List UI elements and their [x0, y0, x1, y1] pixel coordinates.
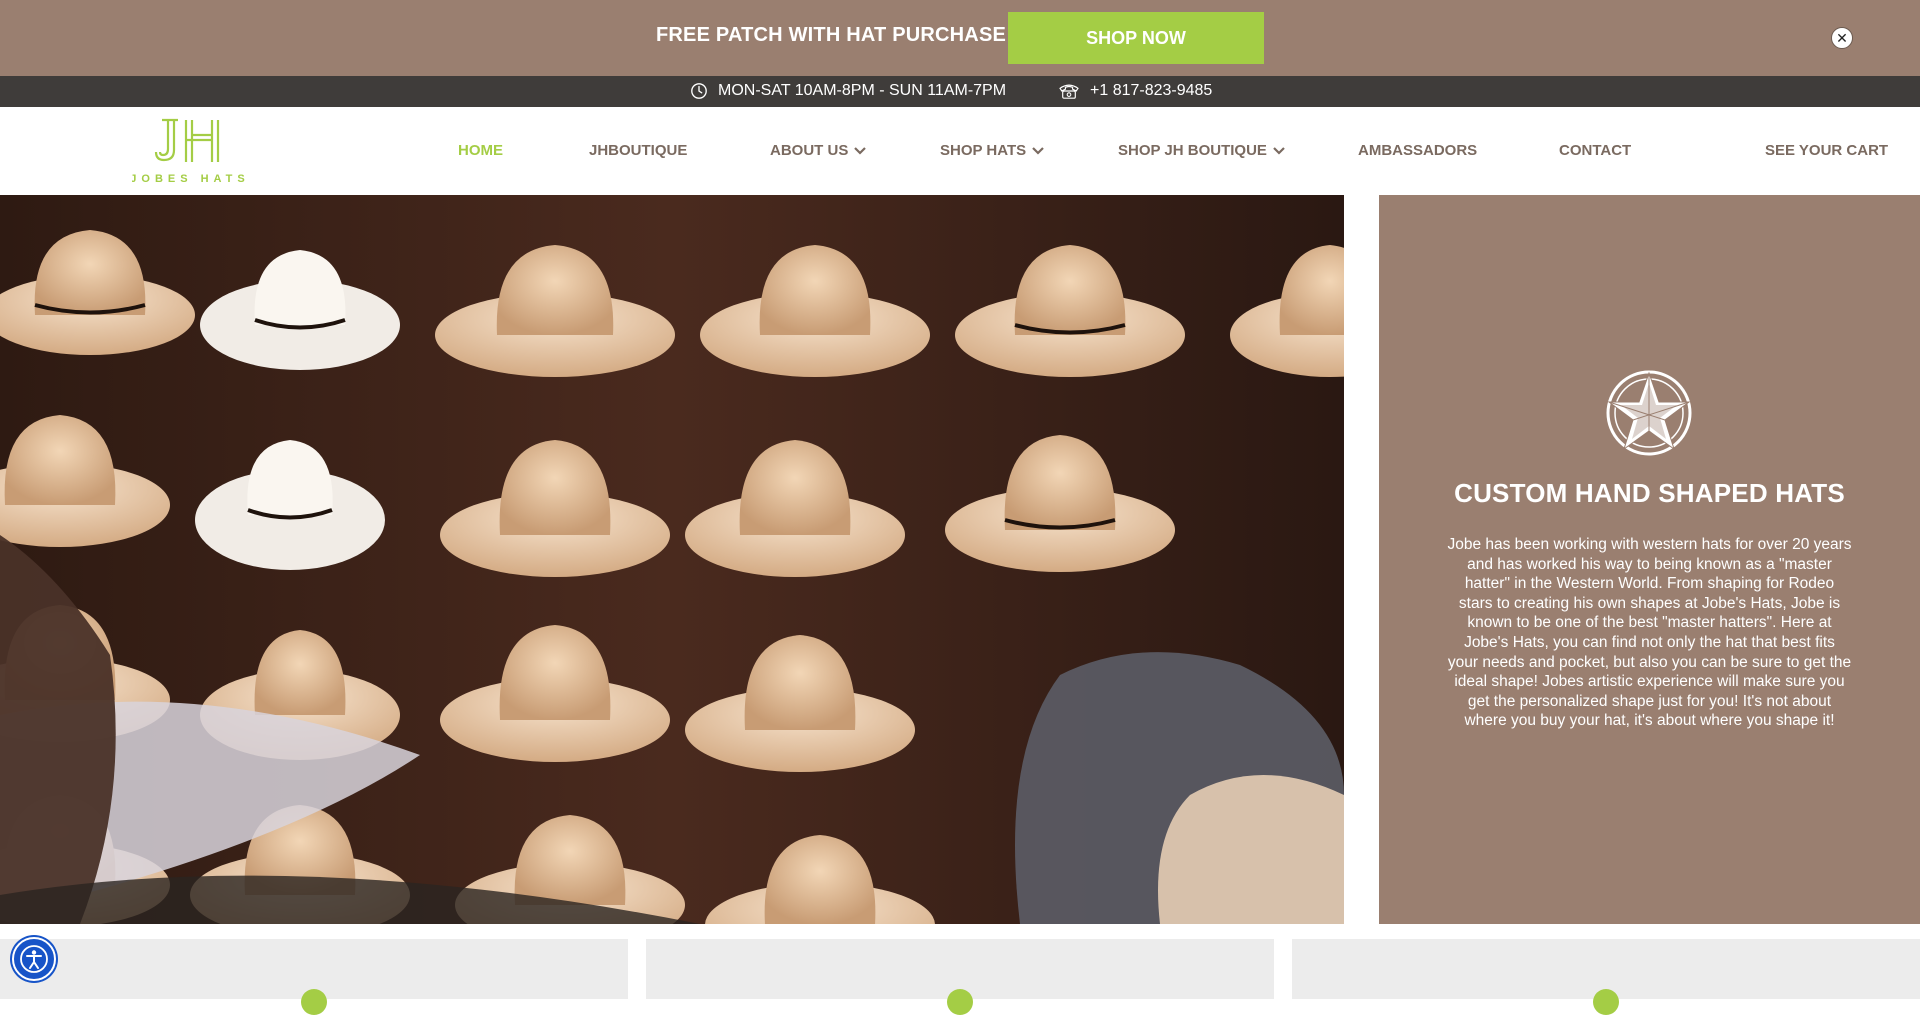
feature-card	[1292, 939, 1920, 1015]
nav-shop-hats[interactable]: SHOP HATS	[940, 142, 1044, 159]
hero-info-panel: CUSTOM HAND SHAPED HATS Jobe has been wo…	[1379, 195, 1920, 924]
hero-title: CUSTOM HAND SHAPED HATS	[1454, 478, 1845, 508]
nav-label[interactable]: JHBOUTIQUE	[589, 142, 687, 159]
nav-label[interactable]: SHOP JH BOUTIQUE	[1118, 142, 1267, 159]
phone-text[interactable]: +1 817-823-9485	[1090, 82, 1212, 100]
nav-shop-jh-boutique[interactable]: SHOP JH BOUTIQUE	[1118, 142, 1285, 159]
hours-text: MON-SAT 10AM-8PM - SUN 11AM-7PM	[718, 82, 1007, 99]
nav-ambassadors[interactable]: AMBASSADORS	[1358, 142, 1477, 159]
close-icon[interactable]: ✕	[1831, 27, 1853, 49]
svg-text:JOBES HATS: JOBES HATS	[132, 173, 248, 185]
nav-label[interactable]: HOME	[458, 142, 503, 159]
nav-home[interactable]: HOME	[458, 142, 503, 159]
accessibility-icon	[20, 945, 48, 973]
nav-about-us[interactable]: ABOUT US	[770, 142, 867, 159]
store-phone[interactable]: +1 817-823-9485	[1058, 82, 1212, 100]
chevron-down-icon[interactable]	[1032, 146, 1044, 155]
promo-banner: FREE PATCH WITH HAT PURCHASE SHOP NOW ✕	[0, 0, 1920, 76]
accessibility-button[interactable]	[12, 937, 56, 981]
nav-label[interactable]: ABOUT US	[770, 142, 848, 159]
feature-card	[646, 939, 1274, 1015]
site-logo[interactable]: JOBES HATS	[130, 116, 248, 188]
shop-now-button[interactable]: SHOP NOW	[1008, 12, 1264, 64]
hero-description: Jobe has been working with western hats …	[1447, 536, 1852, 730]
hat-wall-image	[0, 195, 1344, 924]
promo-text: FREE PATCH WITH HAT PURCHASE	[656, 24, 1007, 46]
info-bar: MON-SAT 10AM-8PM - SUN 11AM-7PM +1 817-8…	[0, 76, 1920, 107]
nav-contact[interactable]: CONTACT	[1559, 142, 1631, 159]
nav-see-your-cart[interactable]: SEE YOUR CART	[1765, 142, 1888, 159]
hero-image	[0, 195, 1344, 924]
chevron-down-icon[interactable]	[854, 146, 867, 155]
feature-card	[0, 939, 628, 1015]
nav-jhboutique[interactable]: JHBOUTIQUE	[589, 142, 687, 159]
star-emblem-icon	[1606, 370, 1692, 456]
nav-label[interactable]: SHOP HATS	[940, 142, 1026, 159]
nav-label[interactable]: AMBASSADORS	[1358, 142, 1477, 159]
store-hours: MON-SAT 10AM-8PM - SUN 11AM-7PM	[690, 82, 1006, 100]
phone-icon	[1059, 84, 1079, 99]
nav-label[interactable]: SEE YOUR CART	[1765, 142, 1888, 159]
jh-logo-icon: JOBES HATS	[130, 118, 248, 185]
main-navigation: JOBES HATS HOME JHBOUTIQUE ABOUT US SHOP…	[0, 107, 1920, 195]
chevron-down-icon[interactable]	[1273, 146, 1285, 155]
clock-icon	[691, 83, 707, 99]
nav-label[interactable]: CONTACT	[1559, 142, 1631, 159]
